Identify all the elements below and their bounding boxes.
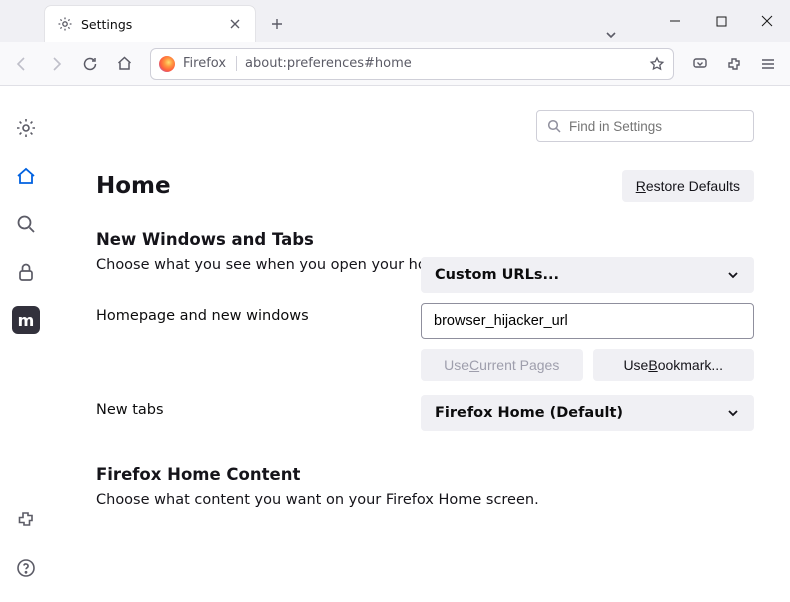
sidebar-extension-label: m: [18, 311, 35, 330]
maximize-button[interactable]: [698, 0, 744, 42]
close-window-button[interactable]: [744, 0, 790, 42]
title-bar: Settings: [0, 0, 790, 42]
section-title-nwt: New Windows and Tabs: [96, 230, 754, 249]
settings-main: Home Restore Defaults New Windows and Ta…: [52, 86, 790, 602]
window-controls: [652, 0, 790, 42]
settings-sidebar: m: [0, 86, 52, 602]
use-bookmark-button[interactable]: Use Bookmark...: [593, 349, 755, 381]
section-title-fhc: Firefox Home Content: [96, 465, 754, 484]
sidebar-privacy[interactable]: [8, 254, 44, 290]
homepage-url-input[interactable]: [421, 303, 754, 339]
navigation-toolbar: Firefox about:preferences#home: [0, 42, 790, 86]
forward-button[interactable]: [40, 48, 72, 80]
chevron-down-icon: [726, 406, 740, 420]
minimize-button[interactable]: [652, 0, 698, 42]
sidebar-help[interactable]: [8, 550, 44, 586]
close-icon[interactable]: [227, 16, 243, 32]
browser-tab[interactable]: Settings: [45, 6, 255, 42]
sidebar-addons[interactable]: [8, 502, 44, 538]
sidebar-general[interactable]: [8, 110, 44, 146]
newtabs-select[interactable]: Firefox Home (Default): [421, 395, 754, 431]
restore-defaults-button[interactable]: Restore Defaults: [622, 170, 754, 202]
sidebar-search[interactable]: [8, 206, 44, 242]
chevron-down-icon: [726, 268, 740, 282]
tab-title: Settings: [81, 17, 219, 32]
url-text: about:preferences#home: [245, 56, 641, 71]
section-desc-fhc: Choose what content you want on your Fir…: [96, 492, 754, 508]
label-homepage: Homepage and new windows: [96, 301, 421, 324]
label-newtabs: New tabs: [96, 395, 421, 418]
tab-dropdown-button[interactable]: [595, 28, 627, 42]
firefox-logo-icon: [159, 56, 175, 72]
use-current-pages-button[interactable]: Use Current Pages: [421, 349, 583, 381]
url-bar[interactable]: Firefox about:preferences#home: [150, 48, 674, 80]
home-button[interactable]: [108, 48, 140, 80]
homepage-mode-select[interactable]: Custom URLs...: [421, 257, 754, 293]
extensions-button[interactable]: [718, 48, 750, 80]
back-button[interactable]: [6, 48, 38, 80]
url-brand: Firefox: [183, 56, 237, 71]
new-tab-button[interactable]: [261, 8, 293, 40]
search-icon: [547, 119, 561, 133]
pocket-button[interactable]: [684, 48, 716, 80]
find-input[interactable]: [569, 119, 746, 134]
app-menu-button[interactable]: [752, 48, 784, 80]
sidebar-home[interactable]: [8, 158, 44, 194]
sidebar-extension-item[interactable]: m: [12, 306, 40, 334]
find-in-settings[interactable]: [536, 110, 754, 142]
select-value: Firefox Home (Default): [435, 405, 623, 421]
bookmark-star-icon[interactable]: [649, 56, 665, 72]
reload-button[interactable]: [74, 48, 106, 80]
page-title: Home: [96, 173, 171, 199]
gear-icon: [57, 16, 73, 32]
select-value: Custom URLs...: [435, 267, 559, 283]
